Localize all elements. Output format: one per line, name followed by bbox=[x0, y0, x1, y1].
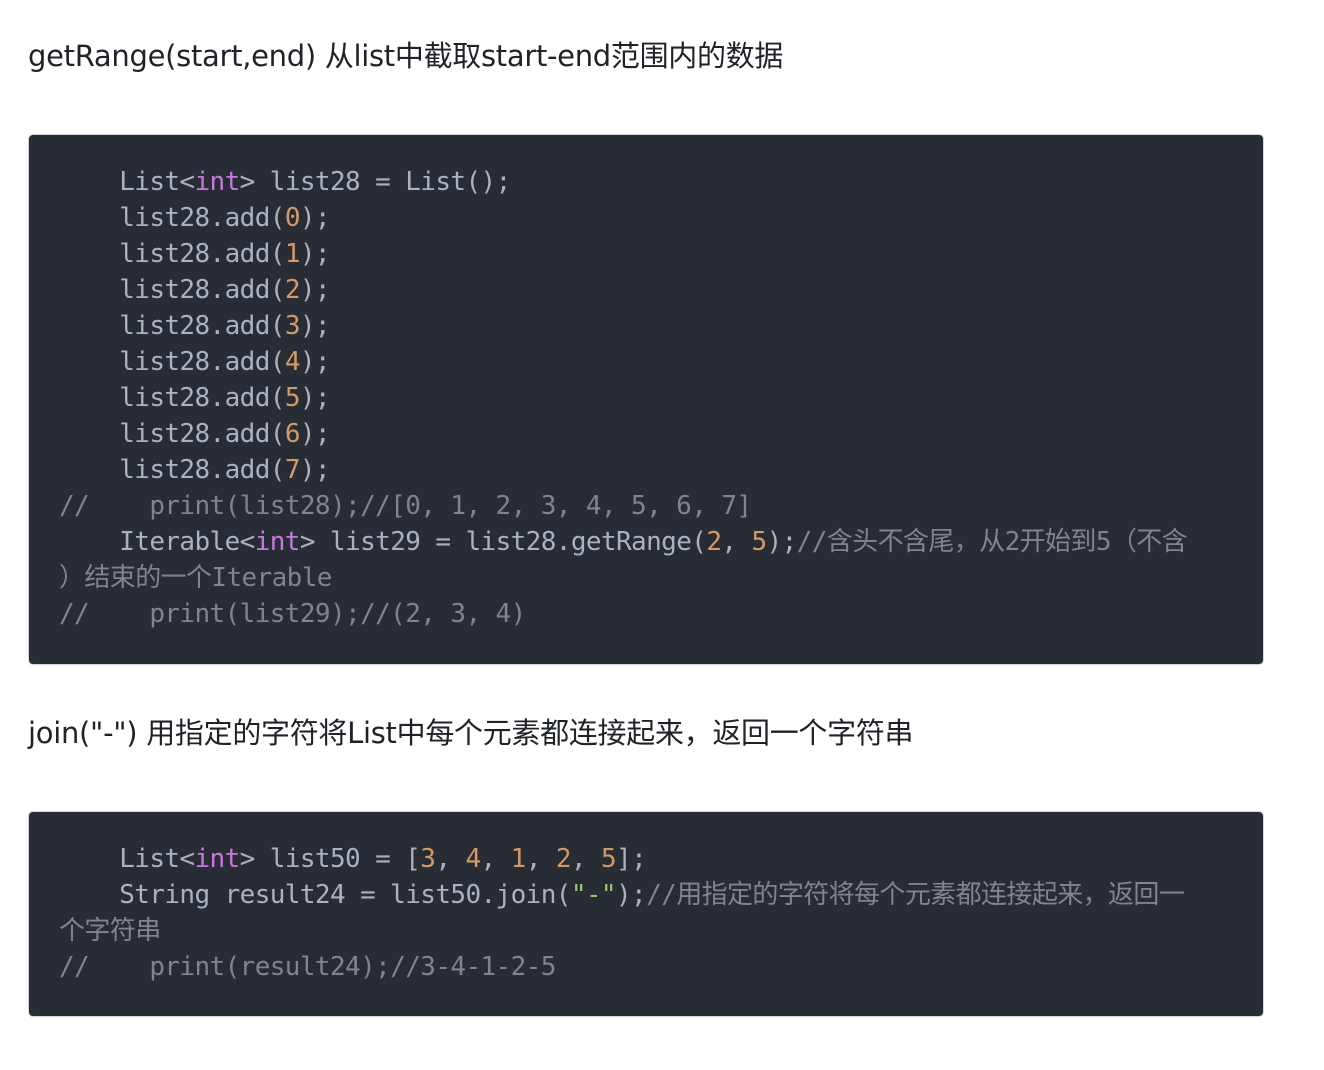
code-content: List<int> list50 = [3, 4, 1, 2, 5]; Stri… bbox=[59, 841, 1233, 985]
code-token: > list50 = [ bbox=[239, 844, 421, 874]
code-line: List<int> list28 = List(); bbox=[59, 164, 1233, 200]
code-line: list28.add(5); bbox=[59, 380, 1233, 416]
code-line: 个字符串 bbox=[59, 913, 1233, 949]
code-line: list28.add(7); bbox=[59, 452, 1233, 488]
code-token: ); bbox=[299, 311, 331, 341]
code-token: List< bbox=[59, 844, 195, 874]
code-block-join: List<int> list50 = [3, 4, 1, 2, 5]; Stri… bbox=[28, 811, 1264, 1017]
code-token: 0 bbox=[284, 203, 301, 233]
code-token: //用指定的字符将每个元素都连接起来，返回一 bbox=[646, 880, 1185, 910]
code-token: // print(list28);//[0, 1, 2, 3, 4, 5, 6,… bbox=[59, 491, 752, 521]
section-heading-getrange: getRange(start,end) 从list中截取start-end范围内… bbox=[28, 39, 784, 73]
code-line: list28.add(0); bbox=[59, 200, 1233, 236]
code-token: 3 bbox=[420, 844, 436, 874]
code-content: List<int> list28 = List(); list28.add(0)… bbox=[59, 164, 1233, 632]
code-token: 2 bbox=[284, 275, 301, 305]
code-block-getrange: List<int> list28 = List(); list28.add(0)… bbox=[28, 134, 1264, 665]
code-token: int bbox=[194, 167, 240, 197]
code-token: 5 bbox=[284, 383, 301, 413]
code-token: 2 bbox=[555, 844, 572, 874]
code-token: List< bbox=[59, 167, 195, 197]
code-line: // print(list29);//(2, 3, 4) bbox=[59, 596, 1233, 632]
code-line: // print(list28);//[0, 1, 2, 3, 4, 5, 6,… bbox=[59, 488, 1233, 524]
code-token: list28.add( bbox=[59, 239, 285, 269]
code-token: 5 bbox=[600, 844, 617, 874]
code-token: ); bbox=[299, 419, 331, 449]
code-line: list28.add(1); bbox=[59, 236, 1233, 272]
code-line: Iterable<int> list29 = list28.getRange(2… bbox=[59, 524, 1233, 560]
code-token: String result24 = list50.join( bbox=[59, 880, 571, 910]
code-token: 4 bbox=[465, 844, 481, 874]
code-token: list28.add( bbox=[59, 311, 285, 341]
code-token: 5 bbox=[751, 527, 768, 557]
code-token: 4 bbox=[284, 347, 301, 377]
code-token: , bbox=[480, 844, 511, 874]
code-token: list28.add( bbox=[59, 383, 285, 413]
code-token: "-" bbox=[570, 880, 617, 910]
code-token: , bbox=[525, 844, 556, 874]
code-token: 6 bbox=[284, 419, 301, 449]
code-line: String result24 = list50.join("-");//用指定… bbox=[59, 877, 1233, 913]
code-token: 1 bbox=[510, 844, 527, 874]
code-token: , bbox=[570, 844, 601, 874]
code-token: list28.add( bbox=[59, 347, 285, 377]
code-token: ); bbox=[299, 347, 331, 377]
code-token: > list28 = List(); bbox=[239, 167, 512, 197]
code-token: 1 bbox=[284, 239, 301, 269]
code-token: ); bbox=[299, 383, 331, 413]
code-token: 7 bbox=[284, 455, 301, 485]
code-line: list28.add(3); bbox=[59, 308, 1233, 344]
code-line: list28.add(6); bbox=[59, 416, 1233, 452]
code-token: ); bbox=[299, 203, 331, 233]
code-token: 3 bbox=[284, 311, 301, 341]
code-line: list28.add(4); bbox=[59, 344, 1233, 380]
code-token: list28.add( bbox=[59, 203, 285, 233]
code-token: 个字符串 bbox=[59, 916, 161, 946]
code-token: ); bbox=[766, 527, 798, 557]
code-token: //含头不含尾，从2开始到5（不含 bbox=[796, 527, 1188, 557]
code-token: > list29 = list28.getRange( bbox=[299, 527, 707, 557]
code-token: list28.add( bbox=[59, 275, 285, 305]
code-token: ); bbox=[299, 455, 331, 485]
code-token: , bbox=[721, 527, 752, 557]
code-line: List<int> list50 = [3, 4, 1, 2, 5]; bbox=[59, 841, 1233, 877]
code-token: Iterable< bbox=[59, 527, 255, 557]
code-token: 2 bbox=[706, 527, 722, 557]
code-token: int bbox=[254, 527, 301, 557]
code-token: , bbox=[435, 844, 466, 874]
code-token: ); bbox=[299, 275, 331, 305]
code-line: // print(result24);//3-4-1-2-5 bbox=[59, 949, 1233, 985]
section-heading-join: join("-") 用指定的字符将List中每个元素都连接起来，返回一个字符串 bbox=[28, 716, 914, 750]
code-token: ); bbox=[616, 880, 647, 910]
code-token: // print(list29);//(2, 3, 4) bbox=[59, 599, 526, 629]
code-token: int bbox=[194, 844, 240, 874]
code-token: ); bbox=[299, 239, 331, 269]
code-token: ]; bbox=[616, 844, 647, 874]
code-line: list28.add(2); bbox=[59, 272, 1233, 308]
code-token: list28.add( bbox=[59, 455, 285, 485]
code-token: list28.add( bbox=[59, 419, 285, 449]
code-line: ）结束的一个Iterable bbox=[59, 560, 1233, 596]
code-token: // print(result24);//3-4-1-2-5 bbox=[59, 952, 556, 982]
code-token: ）结束的一个Iterable bbox=[59, 563, 332, 593]
